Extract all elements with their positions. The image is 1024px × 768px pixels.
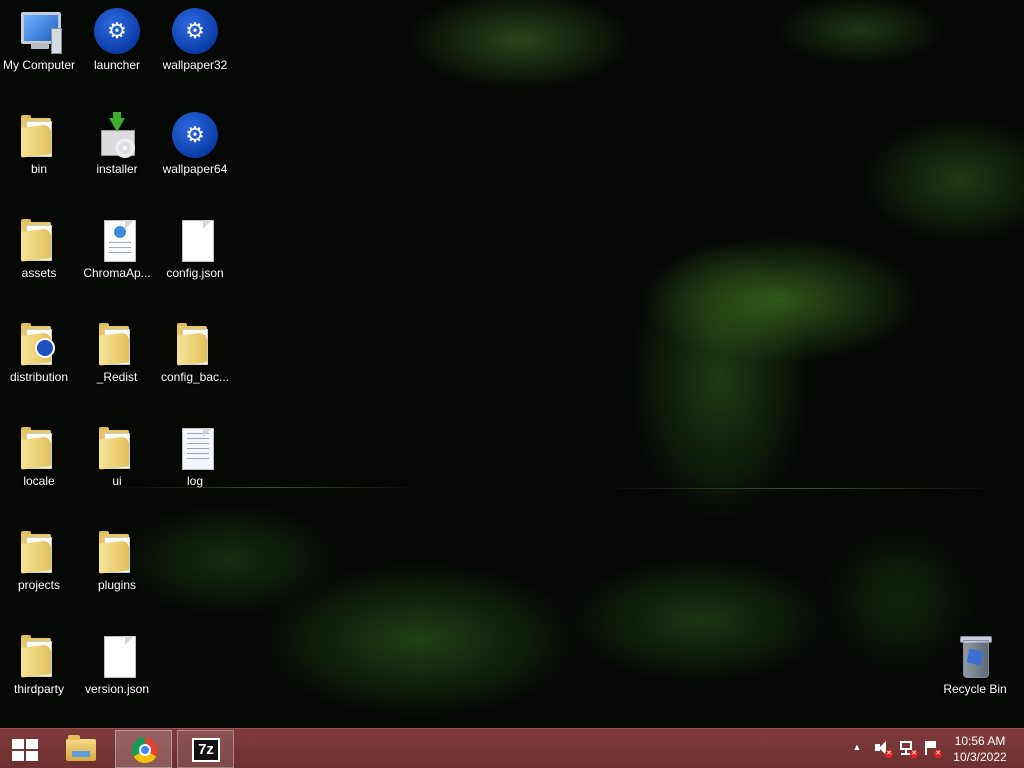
taskbar-clock[interactable]: 10:56 AM 10/3/2022 <box>948 733 1012 765</box>
desktop-icon-label: _Redist <box>96 370 138 384</box>
desktop-icon-label: assets <box>21 266 57 280</box>
folder-icon <box>93 320 141 368</box>
gear-app-icon: ⚙ <box>93 8 141 56</box>
desktop-icon-my-computer[interactable]: My Computer <box>0 0 78 72</box>
desktop-icon-label: config.json <box>166 266 224 280</box>
desktop-icon-label: ChromaAp... <box>83 266 151 280</box>
desktop-icon-label: My Computer <box>2 58 76 72</box>
taskbar-file-explorer[interactable] <box>58 730 104 768</box>
desktop-icon-config-json[interactable]: config.json <box>156 208 234 280</box>
folder-icon <box>171 320 219 368</box>
desktop-icon-label: locale <box>23 474 55 488</box>
desktop-icon-installer[interactable]: installer <box>78 104 156 176</box>
desktop-icon-label: thirdparty <box>13 682 65 696</box>
desktop-icon-label: projects <box>17 578 61 592</box>
desktop-icon-chromaapp[interactable]: ChromaAp... <box>78 208 156 280</box>
wallpaper-streak <box>600 488 1000 489</box>
folder-icon <box>15 216 63 264</box>
desktop-icon-label: distribution <box>9 370 69 384</box>
desktop-icon-version-json[interactable]: version.json <box>78 624 156 696</box>
desktop-icon-label: config_bac... <box>160 370 230 384</box>
desktop-background[interactable]: My Computer bin assets distribution loca… <box>0 0 1024 728</box>
folder-icon <box>15 424 63 472</box>
desktop-icon-label: plugins <box>97 578 137 592</box>
taskbar-7zip[interactable]: 7z <box>177 730 234 768</box>
desktop-icon-label: installer <box>96 162 138 176</box>
taskbar: 7z ▲ ✕ ✕ ✕ 10:56 AM 10/3/2022 <box>0 728 1024 768</box>
computer-icon <box>15 8 63 56</box>
volume-muted-icon[interactable]: ✕ <box>873 740 893 758</box>
file-icon <box>93 632 141 680</box>
desktop-icon-wallpaper32[interactable]: ⚙ wallpaper32 <box>156 0 234 72</box>
text-file-icon <box>171 424 219 472</box>
clock-date: 10/3/2022 <box>953 750 1007 764</box>
desktop-icon-label: version.json <box>84 682 150 696</box>
desktop-icon-label: wallpaper64 <box>162 162 228 176</box>
network-error-icon[interactable]: ✕ <box>898 740 918 758</box>
chrome-icon <box>132 737 158 763</box>
desktop-icon-redist[interactable]: _Redist <box>78 312 156 384</box>
file-icon <box>171 216 219 264</box>
gear-app-icon: ⚙ <box>171 8 219 56</box>
desktop-icon-ui[interactable]: ui <box>78 416 156 488</box>
folder-icon <box>15 320 63 368</box>
desktop-icon-plugins[interactable]: plugins <box>78 520 156 592</box>
desktop-icon-log[interactable]: log <box>156 416 234 488</box>
desktop-icon-assets[interactable]: assets <box>0 208 78 280</box>
desktop-icon-wallpaper64[interactable]: ⚙ wallpaper64 <box>156 104 234 176</box>
desktop-icon-locale[interactable]: locale <box>0 416 78 488</box>
desktop-icon-label: log <box>186 474 203 488</box>
desktop-icon-thirdparty[interactable]: thirdparty <box>0 624 78 696</box>
action-center-flag-icon[interactable]: ✕ <box>922 740 942 758</box>
installer-icon <box>93 112 141 160</box>
folder-icon <box>93 528 141 576</box>
folder-icon <box>66 735 96 761</box>
recycle-bin-icon <box>951 632 999 680</box>
desktop-icon-label: ui <box>112 474 122 488</box>
desktop-icon-config-backup[interactable]: config_bac... <box>156 312 234 384</box>
desktop-icon-label: wallpaper32 <box>162 58 228 72</box>
clock-time: 10:56 AM <box>954 734 1006 748</box>
app-badge-icon <box>35 338 55 358</box>
start-button[interactable] <box>0 730 48 768</box>
desktop-icon-label: bin <box>30 162 47 176</box>
desktop-icon-distribution[interactable]: distribution <box>0 312 78 384</box>
desktop-icon-label: Recycle Bin <box>943 682 1007 696</box>
windows-logo-icon <box>12 739 38 761</box>
folder-icon <box>15 528 63 576</box>
show-hidden-icons-arrow[interactable]: ▲ <box>851 741 863 753</box>
taskbar-chrome[interactable] <box>115 730 172 768</box>
folder-icon <box>15 632 63 680</box>
sevenzip-icon: 7z <box>192 738 220 762</box>
folder-icon <box>15 112 63 160</box>
desktop-icon-label: launcher <box>93 58 141 72</box>
desktop-icon-bin[interactable]: bin <box>0 104 78 176</box>
desktop-icon-launcher[interactable]: ⚙ launcher <box>78 0 156 72</box>
desktop-icon-projects[interactable]: projects <box>0 520 78 592</box>
gear-app-icon: ⚙ <box>171 112 219 160</box>
folder-icon <box>93 424 141 472</box>
html-file-icon <box>93 216 141 264</box>
desktop-icon-recycle-bin[interactable]: Recycle Bin <box>936 624 1014 696</box>
